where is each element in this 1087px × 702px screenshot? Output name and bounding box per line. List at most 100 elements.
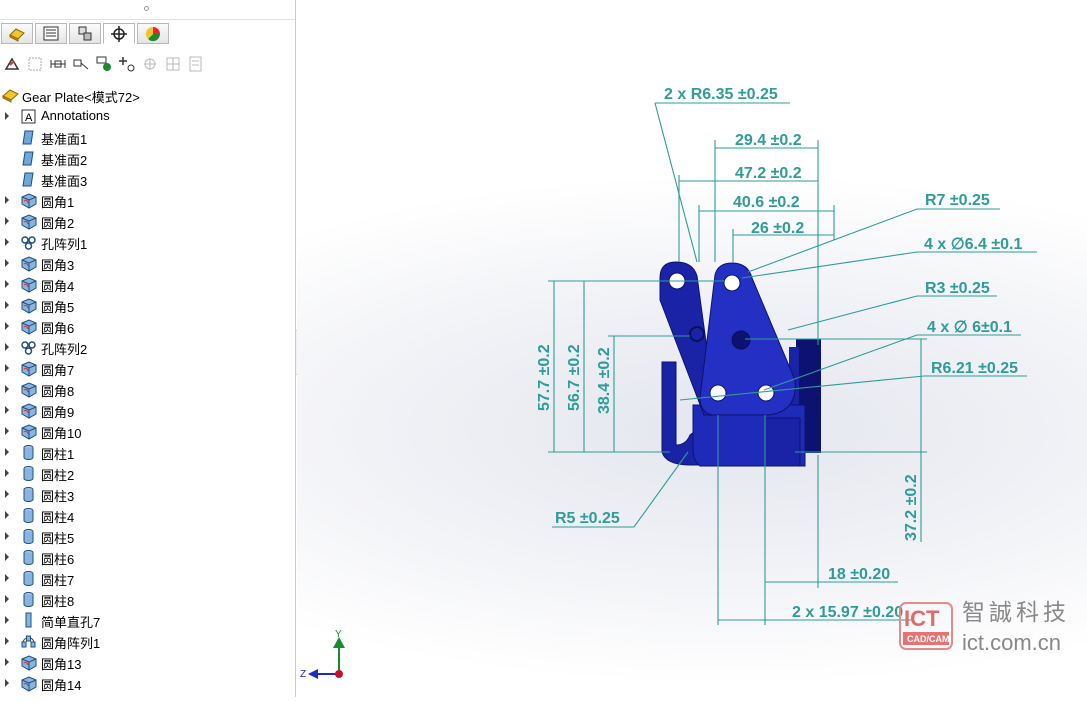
tree-item[interactable]: 圆角14 xyxy=(0,673,295,694)
tree-item[interactable]: 孔阵列1 xyxy=(0,232,295,253)
dim-d3[interactable]: 47.2 ±0.2 xyxy=(735,165,802,182)
tree-item[interactable]: 圆角7 xyxy=(0,358,295,379)
tree-item[interactable]: 圆角8 xyxy=(0,379,295,400)
expand-arrow-icon[interactable] xyxy=(5,616,9,624)
tree-item[interactable]: 圆角2 xyxy=(0,211,295,232)
tree-item[interactable]: 圆角10 xyxy=(0,421,295,442)
tree-item[interactable]: 简单直孔7 xyxy=(0,610,295,631)
dim-d8[interactable]: R3 ±0.25 xyxy=(925,280,990,297)
annotations-icon: A xyxy=(20,108,37,125)
delete-scheme-button[interactable] xyxy=(163,54,183,74)
x-axis-origin-icon xyxy=(335,670,343,678)
tree-item[interactable]: 圆角1 xyxy=(0,190,295,211)
tree-item[interactable]: 圆角3 xyxy=(0,253,295,274)
datum-button[interactable] xyxy=(94,54,114,74)
expand-arrow-icon[interactable] xyxy=(5,553,9,561)
expand-arrow-icon[interactable] xyxy=(5,658,9,666)
expand-arrow-icon[interactable] xyxy=(5,448,9,456)
dim-d2[interactable]: 29.4 ±0.2 xyxy=(735,132,802,149)
tree-item[interactable]: 圆柱1 xyxy=(0,442,295,463)
part-model[interactable] xyxy=(659,261,821,467)
tree-item[interactable]: 圆柱5 xyxy=(0,526,295,547)
tree-item[interactable]: 圆角9 xyxy=(0,400,295,421)
tree-root-part[interactable]: Gear Plate<模式72> xyxy=(0,85,295,106)
tree-item[interactable]: 圆角6 xyxy=(0,316,295,337)
plane-icon xyxy=(20,171,37,188)
tree-item[interactable]: 圆柱2 xyxy=(0,463,295,484)
expand-arrow-icon[interactable] xyxy=(5,637,9,645)
dim-d1[interactable]: 2 x R6.35 ±0.25 xyxy=(664,86,778,103)
y-axis-label: Y xyxy=(335,629,342,640)
expand-arrow-icon[interactable] xyxy=(5,532,9,540)
tree-item[interactable]: 孔阵列2 xyxy=(0,337,295,358)
expand-arrow-icon[interactable] xyxy=(5,679,9,687)
dim-d9[interactable]: 4 x ∅ 6±0.1 xyxy=(927,319,1012,336)
tab-dimxpert-manager[interactable] xyxy=(103,23,135,44)
tab-display-manager[interactable] xyxy=(137,23,169,44)
tree-item[interactable]: 基准面3 xyxy=(0,169,295,190)
expand-arrow-icon[interactable] xyxy=(5,574,9,582)
expand-arrow-icon[interactable] xyxy=(5,385,9,393)
dim-d17[interactable]: 2 x 15.97 ±0.20 xyxy=(792,604,903,621)
expand-arrow-icon[interactable] xyxy=(5,301,9,309)
tree-item[interactable]: 圆角5 xyxy=(0,295,295,316)
svg-text:A: A xyxy=(25,112,33,124)
cylinder-icon xyxy=(20,528,37,545)
expand-arrow-icon[interactable] xyxy=(5,364,9,372)
expand-arrow-icon[interactable] xyxy=(5,427,9,435)
tree-item[interactable]: 基准面1 xyxy=(0,127,295,148)
expand-arrow-icon[interactable] xyxy=(5,490,9,498)
tree-item[interactable]: A Annotations xyxy=(0,106,295,127)
pattern-feature-button[interactable] xyxy=(117,54,137,74)
expand-arrow-icon[interactable] xyxy=(5,196,9,204)
tree-item-label: 圆角14 xyxy=(41,678,82,693)
expand-arrow-icon[interactable] xyxy=(5,406,9,414)
tree-item-label: 圆角9 xyxy=(41,405,75,420)
part-hole xyxy=(723,274,741,292)
expand-arrow-icon[interactable] xyxy=(5,280,9,288)
panel-grip[interactable] xyxy=(0,0,295,20)
dim-d7[interactable]: 4 x ∅6.4 ±0.1 xyxy=(924,236,1022,253)
expand-arrow-icon[interactable] xyxy=(5,595,9,603)
dim-d13[interactable]: 38.4 ±0.2 xyxy=(596,347,613,414)
expand-arrow-icon[interactable] xyxy=(5,217,9,225)
tab-property-manager[interactable] xyxy=(35,23,67,44)
copy-scheme-button[interactable] xyxy=(186,54,206,74)
expand-arrow-icon[interactable] xyxy=(5,343,9,351)
tree-item[interactable]: 圆柱6 xyxy=(0,547,295,568)
dim-d5[interactable]: 26 ±0.2 xyxy=(751,220,804,237)
tree-item[interactable]: 圆角阵列1 xyxy=(0,631,295,652)
tree-item[interactable]: 圆柱3 xyxy=(0,484,295,505)
tree-item[interactable]: 圆角4 xyxy=(0,274,295,295)
tab-feature-manager[interactable] xyxy=(1,23,33,44)
tree-item[interactable]: 圆柱4 xyxy=(0,505,295,526)
drawing-canvas[interactable]: 2 x R6.35 ±0.25 29.4 ±0.2 47.2 ±0.2 40.6… xyxy=(297,0,1087,697)
dim-d14[interactable]: R5 ±0.25 xyxy=(555,510,620,527)
auto-dimension-button[interactable] xyxy=(2,54,22,74)
graphics-viewport[interactable]: 2 x R6.35 ±0.25 29.4 ±0.2 47.2 ±0.2 40.6… xyxy=(297,0,1087,697)
dim-d10[interactable]: R6.21 ±0.25 xyxy=(931,360,1018,377)
dim-d15[interactable]: 37.2 ±0.2 xyxy=(903,474,920,541)
expand-arrow-icon[interactable] xyxy=(5,511,9,519)
expand-arrow-icon[interactable] xyxy=(5,112,9,120)
location-dimension-button[interactable] xyxy=(71,54,91,74)
expand-arrow-icon[interactable] xyxy=(5,238,9,246)
tolerance-status-icon xyxy=(28,57,42,71)
geometric-tolerance-button[interactable] xyxy=(140,54,160,74)
show-tolerance-status-button[interactable] xyxy=(25,54,45,74)
tree-item[interactable]: 圆柱8 xyxy=(0,589,295,610)
expand-arrow-icon[interactable] xyxy=(5,322,9,330)
tab-configuration-manager[interactable] xyxy=(69,23,101,44)
dim-d11[interactable]: 57.7 ±0.2 xyxy=(536,344,553,411)
fillet-icon xyxy=(20,255,37,272)
dim-d6[interactable]: R7 ±0.25 xyxy=(925,192,990,209)
expand-arrow-icon[interactable] xyxy=(5,259,9,267)
tree-item[interactable]: 基准面2 xyxy=(0,148,295,169)
dim-d16[interactable]: 18 ±0.20 xyxy=(828,566,890,583)
dim-d4[interactable]: 40.6 ±0.2 xyxy=(733,194,800,211)
expand-arrow-icon[interactable] xyxy=(5,469,9,477)
tree-item[interactable]: 圆角13 xyxy=(0,652,295,673)
size-dimension-button[interactable] xyxy=(48,54,68,74)
tree-item[interactable]: 圆柱7 xyxy=(0,568,295,589)
dim-d12[interactable]: 56.7 ±0.2 xyxy=(566,344,583,411)
